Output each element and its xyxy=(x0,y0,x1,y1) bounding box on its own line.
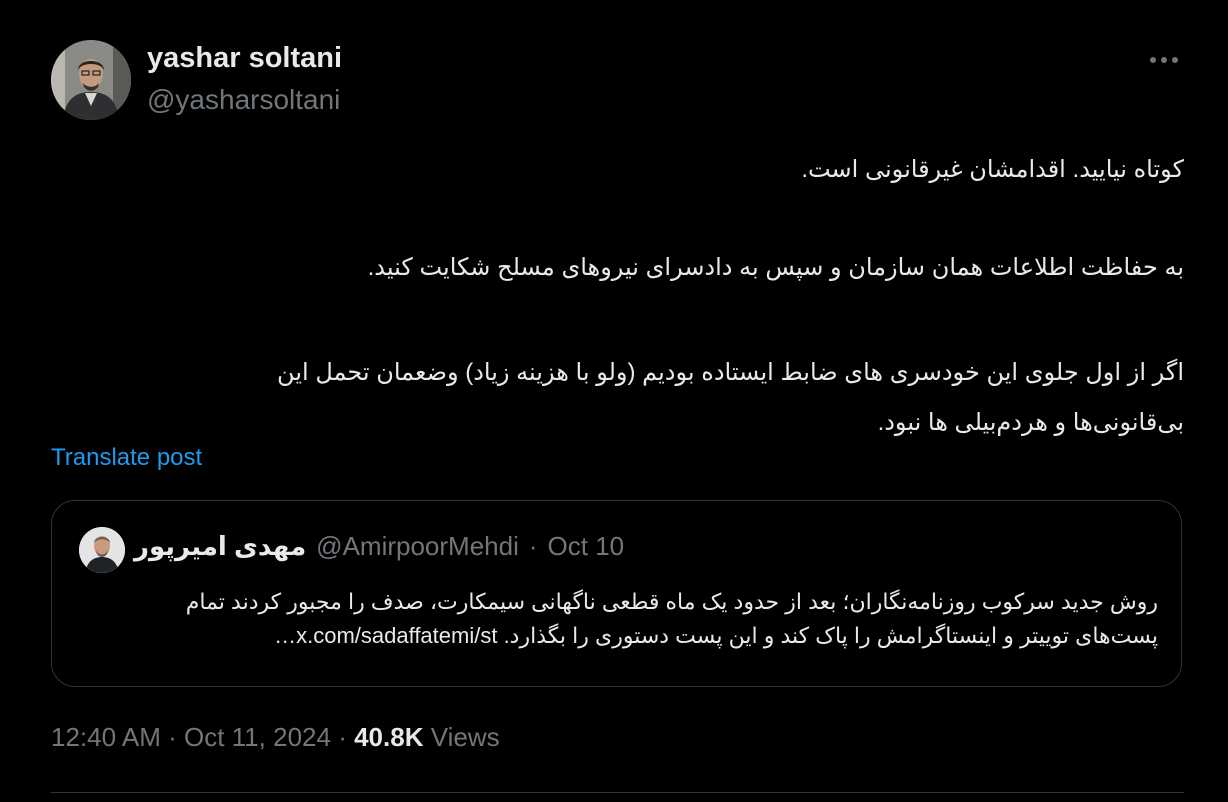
translate-post-link[interactable]: Translate post xyxy=(51,444,202,472)
tweet-text-line: بی‌قانونی‌ها و هردم‌بیلی ها نبود. xyxy=(877,409,1184,436)
more-horizontal-icon xyxy=(1150,57,1178,63)
more-button[interactable] xyxy=(1140,46,1188,74)
tweet-date[interactable]: Oct 11, 2024 xyxy=(184,722,331,752)
quote-date[interactable]: Oct 10 xyxy=(548,531,625,562)
quote-text: روش جدید سرکوب روزنامه‌نگاران؛ بعد از حد… xyxy=(92,585,1158,653)
author-handle[interactable]: @yasharsoltani xyxy=(147,84,340,116)
quote-avatar[interactable] xyxy=(79,527,125,573)
tweet-text-paragraph-1: کوتاه نیایید. اقدامشان غیرقانونی است. xyxy=(120,154,1184,186)
tweet-text-line: کوتاه نیایید. اقدامشان غیرقانونی است. xyxy=(801,156,1184,183)
quote-text-line: روش جدید سرکوب روزنامه‌نگاران؛ بعد از حد… xyxy=(185,589,1158,614)
quote-header: مهدی امیرپور @AmirpoorMehdi · Oct 10 xyxy=(134,531,624,562)
views-count: 40.8K xyxy=(354,722,424,752)
author-avatar[interactable] xyxy=(51,40,131,120)
meta-separator: · xyxy=(338,722,347,752)
tweet-text-paragraph-3: اگر از اول جلوی این خودسری های ضابط ایست… xyxy=(120,348,1184,448)
author-name[interactable]: yashar soltani xyxy=(147,42,342,75)
quote-author-name[interactable]: مهدی امیرپور xyxy=(134,531,306,562)
tweet-text-line: اگر از اول جلوی این خودسری های ضابط ایست… xyxy=(277,359,1184,386)
tweet-time[interactable]: 12:40 AM xyxy=(51,722,161,752)
meta-separator: · xyxy=(168,722,177,752)
divider xyxy=(51,792,1184,793)
quote-text-line: پست‌های توییتر و اینستاگرامش را پاک کند … xyxy=(274,623,1158,648)
views-label: Views xyxy=(430,722,500,752)
tweet-text-line: به حفاظت اطلاعات همان سازمان و سپس به دا… xyxy=(367,254,1184,281)
tweet-meta: 12:40 AM · Oct 11, 2024 · 40.8K Views xyxy=(51,722,500,753)
quote-author-handle[interactable]: @AmirpoorMehdi xyxy=(316,531,519,562)
tweet: yashar soltani @yasharsoltani کوتاه نیای… xyxy=(0,0,1228,802)
tweet-text-paragraph-2: به حفاظت اطلاعات همان سازمان و سپس به دا… xyxy=(120,252,1184,284)
quoted-tweet-card[interactable]: مهدی امیرپور @AmirpoorMehdi · Oct 10 روش… xyxy=(51,500,1182,687)
quote-separator: · xyxy=(528,531,538,561)
